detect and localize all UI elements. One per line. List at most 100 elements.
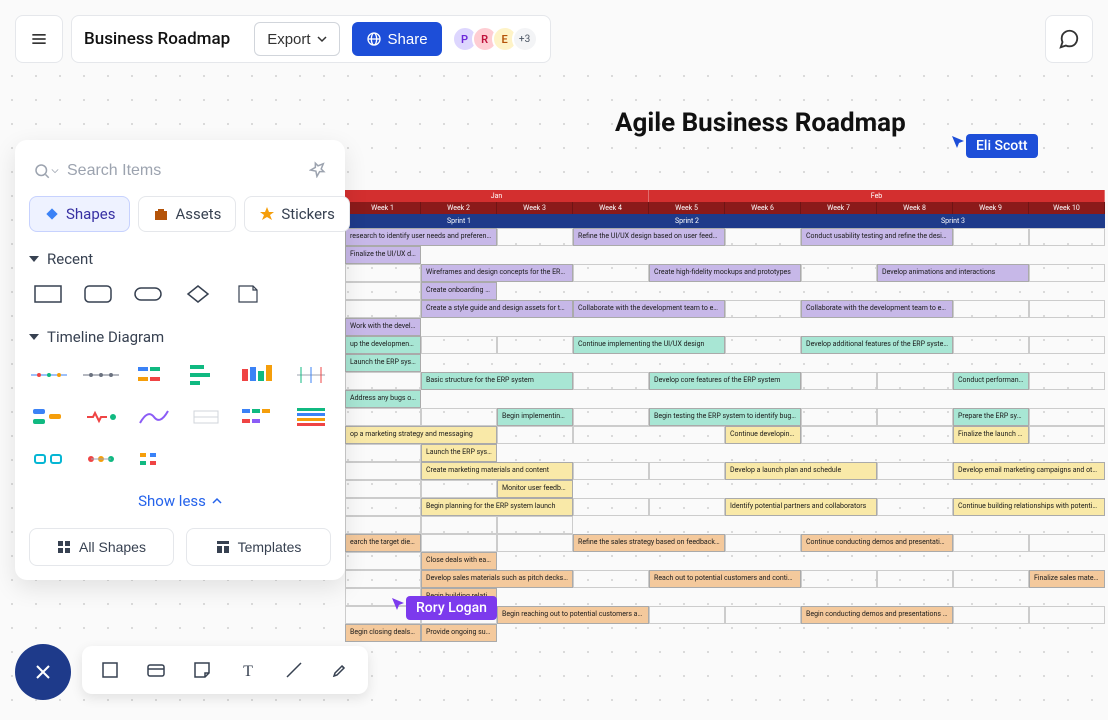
timeline-template-6[interactable] bbox=[291, 360, 331, 390]
roadmap-task[interactable]: research to identify user needs and pref… bbox=[345, 228, 497, 246]
roadmap-task[interactable]: Create a style guide and design assets f… bbox=[421, 300, 573, 318]
roadmap-task[interactable] bbox=[421, 534, 497, 552]
shape-diamond[interactable] bbox=[183, 284, 213, 304]
roadmap-task[interactable]: Develop animations and interactions bbox=[877, 264, 1029, 282]
roadmap-task[interactable] bbox=[421, 336, 497, 354]
roadmap-task[interactable]: Begin reaching out to potential customer… bbox=[497, 606, 649, 624]
roadmap-task[interactable] bbox=[725, 534, 801, 552]
roadmap-task[interactable] bbox=[345, 282, 421, 300]
roadmap-task[interactable]: Collaborate with the development team to… bbox=[801, 300, 953, 318]
roadmap-task[interactable]: Continue implementing the UI/UX design bbox=[573, 336, 725, 354]
tab-shapes[interactable]: Shapes bbox=[29, 196, 130, 232]
roadmap-task[interactable] bbox=[953, 570, 1029, 588]
roadmap-task[interactable]: Address any bugs or usability bbox=[345, 390, 421, 408]
roadmap-task[interactable] bbox=[573, 408, 649, 426]
roadmap-task[interactable]: Finalize the UI/UX design an bbox=[345, 246, 421, 264]
roadmap-task[interactable] bbox=[953, 300, 1029, 318]
roadmap-task[interactable] bbox=[345, 264, 421, 282]
roadmap-task[interactable] bbox=[649, 462, 725, 480]
roadmap-task[interactable]: Finalize the launch plan and schedule bbox=[953, 426, 1029, 444]
tool-line[interactable] bbox=[280, 656, 308, 684]
roadmap-task[interactable] bbox=[1029, 606, 1105, 624]
roadmap-task[interactable] bbox=[573, 570, 649, 588]
roadmap-task[interactable] bbox=[573, 462, 649, 480]
roadmap-task[interactable]: Wireframes and design concepts for the E… bbox=[421, 264, 573, 282]
tab-assets[interactable]: Assets bbox=[138, 196, 236, 232]
roadmap-task[interactable]: Begin testing the ERP system to identify… bbox=[649, 408, 801, 426]
timeline-template-9[interactable] bbox=[134, 402, 174, 432]
roadmap-task[interactable]: Finalize sales materials and strategies bbox=[1029, 570, 1105, 588]
roadmap-task[interactable]: Create high-fidelity mockups and prototy… bbox=[649, 264, 801, 282]
tool-text[interactable]: T bbox=[234, 656, 262, 684]
document-title[interactable]: Business Roadmap bbox=[84, 29, 242, 49]
roadmap-task[interactable] bbox=[1029, 228, 1105, 246]
timeline-template-11[interactable] bbox=[238, 402, 278, 432]
avatar-more[interactable]: +3 bbox=[512, 26, 538, 52]
roadmap-task[interactable] bbox=[1029, 534, 1105, 552]
roadmap-task[interactable] bbox=[1029, 264, 1105, 282]
roadmap-task[interactable] bbox=[573, 426, 725, 444]
roadmap-task[interactable] bbox=[345, 462, 421, 480]
roadmap-task[interactable] bbox=[497, 336, 573, 354]
roadmap-task[interactable]: Launch the ERP system and monitor user f… bbox=[345, 354, 421, 372]
roadmap-task[interactable] bbox=[953, 228, 1029, 246]
roadmap-task[interactable] bbox=[649, 606, 725, 624]
roadmap-task[interactable]: Continue developing marketing materials … bbox=[725, 426, 801, 444]
timeline-template-5[interactable] bbox=[238, 360, 278, 390]
roadmap-task[interactable] bbox=[345, 480, 421, 498]
roadmap-task[interactable] bbox=[573, 264, 649, 282]
roadmap-task[interactable] bbox=[345, 372, 421, 390]
roadmap-task[interactable] bbox=[345, 552, 421, 570]
roadmap-task[interactable] bbox=[649, 498, 725, 516]
roadmap-task[interactable]: Refine the UI/UX design based on user fe… bbox=[573, 228, 725, 246]
roadmap-task[interactable]: Identify potential partners and collabor… bbox=[725, 498, 877, 516]
timeline-template-8[interactable] bbox=[81, 402, 121, 432]
search-icon[interactable] bbox=[33, 162, 59, 180]
timeline-template-15[interactable] bbox=[134, 444, 174, 474]
timeline-template-4[interactable] bbox=[186, 360, 226, 390]
shape-pill[interactable] bbox=[133, 284, 163, 304]
timeline-template-13[interactable] bbox=[29, 444, 69, 474]
roadmap-task[interactable]: Develop a launch plan and schedule bbox=[725, 462, 877, 480]
roadmap-task[interactable] bbox=[497, 516, 573, 534]
roadmap-task[interactable] bbox=[953, 534, 1029, 552]
timeline-template-12[interactable] bbox=[291, 402, 331, 432]
roadmap-task[interactable]: Basic structure for the ERP system bbox=[421, 372, 573, 390]
roadmap-task[interactable] bbox=[877, 372, 953, 390]
roadmap-task[interactable] bbox=[1029, 372, 1105, 390]
roadmap-task[interactable]: Monitor user feedback and a bbox=[497, 480, 573, 498]
roadmap-task[interactable] bbox=[801, 426, 953, 444]
roadmap-task[interactable] bbox=[573, 498, 649, 516]
roadmap-task[interactable] bbox=[725, 228, 801, 246]
roadmap-task[interactable] bbox=[421, 480, 497, 498]
all-shapes-button[interactable]: All Shapes bbox=[29, 528, 174, 566]
roadmap-task[interactable] bbox=[345, 444, 421, 462]
close-panel-button[interactable] bbox=[15, 644, 71, 700]
share-button[interactable]: Share bbox=[352, 22, 442, 56]
roadmap-task[interactable]: Continue conducting demos and presentati… bbox=[801, 534, 953, 552]
roadmap-task[interactable] bbox=[345, 498, 421, 516]
roadmap-task[interactable]: Continue building relationships with pot… bbox=[953, 498, 1105, 516]
roadmap-task[interactable] bbox=[345, 570, 421, 588]
timeline-template-1[interactable] bbox=[29, 360, 69, 390]
roadmap-task[interactable] bbox=[953, 606, 1029, 624]
roadmap-task[interactable]: Create marketing materials and content bbox=[421, 462, 573, 480]
roadmap-task[interactable] bbox=[801, 264, 877, 282]
roadmap-task[interactable] bbox=[877, 570, 953, 588]
roadmap-task[interactable]: Provide ongoing support for bbox=[421, 624, 497, 642]
roadmap-task[interactable] bbox=[1029, 408, 1105, 426]
tool-card[interactable] bbox=[142, 656, 170, 684]
main-menu-button[interactable] bbox=[15, 15, 63, 63]
roadmap-task[interactable]: Refine the sales strategy based on feedb… bbox=[573, 534, 725, 552]
roadmap-task[interactable]: Close deals with early adop bbox=[421, 552, 497, 570]
roadmap-task[interactable] bbox=[345, 516, 421, 534]
roadmap-task[interactable] bbox=[877, 408, 953, 426]
roadmap-task[interactable]: op a marketing strategy and messaging bbox=[345, 426, 497, 444]
roadmap-task[interactable]: Develop sales materials such as pitch de… bbox=[421, 570, 573, 588]
roadmap-task[interactable] bbox=[725, 300, 801, 318]
roadmap-task[interactable]: Begin conducting demos and presentations… bbox=[801, 606, 953, 624]
timeline-template-2[interactable] bbox=[81, 360, 121, 390]
roadmap-task[interactable] bbox=[421, 408, 497, 426]
timeline-template-14[interactable] bbox=[81, 444, 121, 474]
roadmap-task[interactable]: Collaborate with the development team to… bbox=[573, 300, 725, 318]
